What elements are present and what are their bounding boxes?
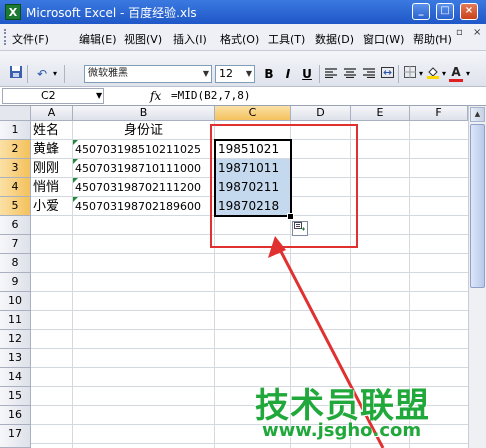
chevron-down-icon: ▼ — [245, 69, 252, 78]
align-left-icon[interactable] — [323, 65, 339, 83]
underline-button[interactable]: U — [300, 65, 314, 83]
formula-input[interactable]: =MID(B2,7,8) — [171, 89, 250, 102]
borders-icon[interactable] — [402, 65, 418, 83]
watermark-url: www.jsgho.com — [262, 420, 422, 441]
insert-function-icon[interactable]: fx — [150, 89, 161, 103]
menu-view[interactable]: 视图(V) — [124, 31, 162, 47]
window-title: Microsoft Excel - 百度经验.xls — [26, 6, 197, 20]
doc-restore-icon[interactable]: ▫ — [456, 27, 463, 38]
font-name-value: 微软雅黑 — [88, 68, 128, 79]
fill-color-dropdown-icon[interactable]: ▾ — [440, 65, 448, 83]
title-bar: X Microsoft Excel - 百度经验.xls _ □ × — [0, 0, 486, 24]
name-box-value: C2 — [41, 89, 56, 102]
align-right-icon[interactable] — [361, 65, 377, 83]
chevron-down-icon: ▼ — [202, 69, 209, 78]
menu-tools[interactable]: 工具(T) — [268, 31, 305, 47]
bold-button[interactable]: B — [262, 65, 276, 83]
minimize-button[interactable]: _ — [412, 3, 430, 20]
merge-center-icon[interactable] — [379, 65, 395, 83]
borders-dropdown-icon[interactable]: ▾ — [417, 65, 425, 83]
font-size-select[interactable]: 12 ▼ — [215, 65, 255, 83]
close-button[interactable]: × — [460, 3, 478, 20]
name-box[interactable]: C2 — [2, 88, 104, 104]
scroll-up-icon[interactable]: ▲ — [470, 107, 485, 122]
menu-window[interactable]: 窗口(W) — [363, 31, 404, 47]
formula-bar: C2 ▼ fx =MID(B2,7,8) — [0, 87, 486, 106]
scroll-thumb[interactable] — [470, 124, 485, 288]
font-color-button[interactable]: A — [449, 65, 463, 82]
align-center-icon[interactable] — [342, 65, 358, 83]
vertical-scrollbar[interactable]: ▲ — [468, 106, 486, 448]
font-name-select[interactable]: 微软雅黑 ▼ — [84, 65, 212, 83]
undo-icon[interactable]: ↶ — [33, 65, 51, 83]
doc-close-icon[interactable]: × — [473, 27, 481, 38]
formatting-toolbar: ↶ ▾ 微软雅黑 ▼ 12 ▼ B I U ▾ ▾ A ▾ — [0, 51, 486, 87]
menu-grip — [4, 29, 9, 45]
italic-button[interactable]: I — [281, 65, 295, 83]
menu-file[interactable]: 文件(F) — [12, 31, 49, 47]
menu-insert[interactable]: 插入(I) — [173, 31, 207, 47]
chevron-down-icon[interactable]: ▼ — [96, 91, 102, 100]
doc-minimize-icon[interactable]: _ — [437, 27, 442, 38]
font-size-value: 12 — [219, 67, 233, 80]
undo-dropdown-icon[interactable]: ▾ — [51, 65, 59, 83]
excel-app-icon: X — [5, 4, 21, 20]
font-color-dropdown-icon[interactable]: ▾ — [464, 65, 472, 83]
menu-data[interactable]: 数据(D) — [315, 31, 354, 47]
menu-format[interactable]: 格式(O) — [220, 31, 259, 47]
menu-help[interactable]: 帮助(H) — [413, 31, 452, 47]
menu-edit[interactable]: 编辑(E) — [79, 31, 117, 47]
maximize-button[interactable]: □ — [436, 3, 454, 20]
save-icon[interactable] — [8, 65, 24, 83]
menu-bar: 文件(F) 编辑(E) 视图(V) 插入(I) 格式(O) 工具(T) 数据(D… — [0, 24, 486, 51]
fill-color-icon[interactable] — [425, 65, 441, 83]
